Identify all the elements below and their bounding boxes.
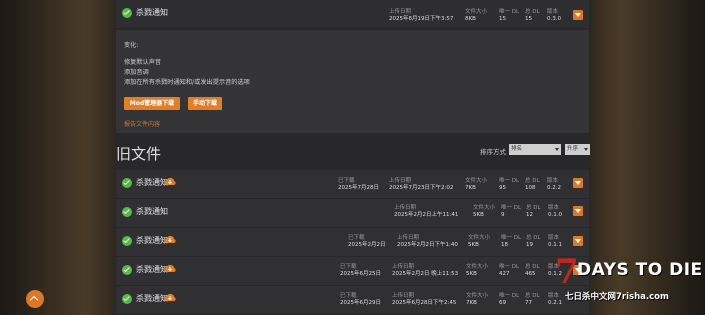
site-watermark-logo: 7 DAYS TO DIE 七日杀中文网7risha.com (555, 250, 705, 315)
back-to-top-button[interactable] (26, 290, 44, 308)
file-size: 文件大小 8KB (465, 9, 488, 22)
watermark-title: DAYS TO DIE (577, 260, 703, 280)
file-details-panel: 变化: 修复默认声音 添加音调 添加在所有杀戮时通知和/或发出提示音的选项 Mo… (116, 30, 589, 133)
upload-date: 上传日期 2025年6月28日下午2:45 (392, 293, 457, 306)
chevron-down-icon (584, 148, 588, 151)
version: 版本 0.1.1 (548, 235, 562, 248)
check-icon (122, 294, 132, 304)
unique-dl: 唯一 DL 69 (499, 293, 520, 306)
version: 版本 0.1.0 (548, 205, 562, 218)
version: 版本 0.2.2 (547, 178, 561, 191)
change-line: 添加音调 (124, 69, 149, 76)
total-dl: 总 DL 15 (525, 9, 540, 22)
change-line: 添加在所有杀戮时通知和/或发出提示音的选项 (124, 79, 250, 86)
expand-toggle-button[interactable] (573, 206, 583, 216)
downloaded-date: 已下载 2025年6月29日 (340, 293, 381, 306)
old-file-row[interactable]: 杀戮通知 已下载 2025年6月29日 上传日期 2025年6月28日下午2:45 … (116, 286, 589, 314)
report-file-link[interactable]: 报告文件内容 (124, 119, 160, 128)
collapse-toggle-button[interactable] (573, 10, 583, 20)
cloud-download-icon (164, 264, 176, 272)
upload-date: 上传日期 2025年2月2日下午1:40 (397, 235, 458, 248)
file-title: 杀戮通知 (136, 207, 168, 216)
unique-dl: 唯一 DL 9 (501, 205, 522, 218)
old-file-row[interactable]: 杀戮通知 已下载 2025年6月25日 上传日期 2025年2月2日 晚上11:53… (116, 257, 589, 285)
manual-download-button[interactable]: 手动下载 (188, 97, 222, 110)
unique-dl: 唯一 DL 427 (499, 264, 520, 277)
old-files-title: 旧文件 (116, 145, 162, 163)
expand-toggle-button[interactable] (573, 236, 583, 246)
current-file-row[interactable]: 杀戮通知 上传日期 2025年8月19日下午3:57 文件大小 8KB 唯一 D… (116, 0, 589, 28)
downloaded-date: 已下载 2025年6月25日 (340, 264, 381, 277)
check-icon (122, 207, 132, 217)
file-title: 杀戮通知 (136, 8, 168, 17)
version: 版本 0.3.0 (547, 9, 561, 22)
main-content: 杀戮通知 上传日期 2025年8月19日下午3:57 文件大小 8KB 唯一 D… (116, 0, 590, 315)
unique-dl: 唯一 DL 15 (499, 9, 520, 22)
old-file-row[interactable]: 杀戮通知 已下载 2025年2月2日 上传日期 2025年2月2日下午1:40 文件… (116, 228, 589, 256)
unique-dl: 唯一 DL 95 (499, 178, 520, 191)
chevron-down-icon (555, 148, 559, 151)
cloud-download-icon (164, 177, 176, 185)
upload-date: 上传日期 2025年2月2日 晚上11:53 (392, 264, 459, 277)
change-line: 修复默认声音 (124, 59, 162, 66)
check-icon (122, 178, 132, 188)
check-icon (122, 265, 132, 275)
downloaded-date: 已下载 2025年7月28日 (338, 178, 379, 191)
cloud-download-icon (164, 235, 176, 243)
downloaded-date: 已下载 2025年2月2日 (348, 235, 386, 248)
old-file-row[interactable]: 杀戮通知 已下载 2025年7月28日 上传日期 2025年7月23日下午2:02 … (116, 170, 589, 198)
upload-date: 上传日期 2025年7月23日下午2:02 (389, 178, 454, 191)
file-size: 文件大小 5KB (468, 235, 491, 248)
unique-dl: 唯一 DL 18 (501, 235, 522, 248)
total-dl: 总 DL 77 (525, 293, 540, 306)
sort-label: 排序方式 (480, 148, 506, 156)
expand-toggle-button[interactable] (573, 178, 583, 188)
total-dl: 总 DL 19 (526, 235, 541, 248)
mod-manager-download-button[interactable]: Mod管理器下载 (124, 97, 180, 110)
total-dl: 总 DL 465 (525, 264, 540, 277)
old-file-row[interactable]: 杀戮通知 上传日期 2025年2月2日上午11:41 文件大小 5KB 唯一 DL 9… (116, 199, 589, 227)
file-size: 文件大小 5KB (466, 264, 489, 277)
total-dl: 总 DL 12 (526, 205, 541, 218)
order-select[interactable]: 升序 (565, 144, 590, 155)
check-icon (122, 8, 132, 18)
changes-heading: 变化: (124, 42, 139, 49)
cloud-download-icon (164, 293, 176, 301)
file-size: 文件大小 7KB (466, 293, 489, 306)
file-size: 文件大小 5KB (473, 205, 496, 218)
watermark-seven: 7 (555, 252, 579, 292)
total-dl: 总 DL 108 (525, 178, 540, 191)
check-icon (122, 236, 132, 246)
watermark-subtitle: 七日杀中文网7risha.com (565, 292, 669, 302)
file-size: 文件大小 7KB (465, 178, 488, 191)
upload-date: 上传日期 2025年8月19日下午3:57 (389, 9, 454, 22)
upload-date: 上传日期 2025年2月2日上午11:41 (394, 205, 459, 218)
sort-select[interactable]: 排名 (509, 144, 561, 155)
